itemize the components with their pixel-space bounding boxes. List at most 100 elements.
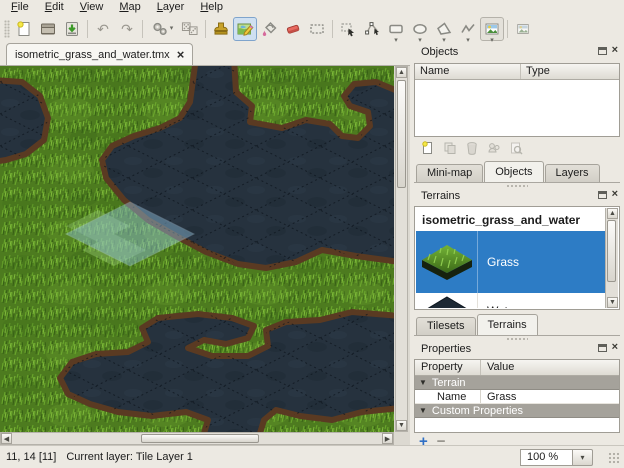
duplicate-icon [443, 141, 457, 155]
remove-objects-button[interactable] [463, 140, 480, 157]
select-objects-button[interactable] [336, 17, 360, 41]
scroll-right-arrow[interactable]: ▶ [382, 433, 393, 444]
save-button[interactable] [60, 17, 84, 41]
zoom-dropdown-button[interactable]: ▾ [572, 449, 593, 466]
object-properties-button[interactable] [507, 140, 524, 157]
tileset-heading[interactable]: isometric_grass_and_water [416, 208, 605, 231]
gears-icon [151, 20, 169, 38]
add-object-button[interactable] [419, 140, 436, 157]
horizontal-scroll-thumb[interactable] [141, 434, 259, 443]
grass-tile-icon [420, 243, 474, 281]
open-file-button[interactable] [36, 17, 60, 41]
close-dock-button[interactable]: × [612, 46, 618, 55]
terrains-scroll-thumb[interactable] [607, 220, 616, 282]
horizontal-scrollbar[interactable]: ◀ ▶ [0, 432, 394, 445]
menu-help[interactable]: Help [192, 0, 231, 15]
objects-table-body[interactable] [415, 80, 619, 135]
map-view: ▲ ▼ ◀ ▶ [0, 66, 410, 445]
menu-edit[interactable]: Edit [37, 0, 72, 15]
collapse-triangle-icon[interactable]: ▼ [419, 378, 427, 387]
commands-dropdown-caret[interactable]: ▾ [170, 25, 174, 32]
trash-icon [465, 141, 479, 155]
vertical-scrollbar[interactable]: ▲ ▼ [395, 66, 408, 432]
float-dock-button[interactable] [598, 191, 607, 199]
insert-polyline-button[interactable]: ▾ [456, 17, 480, 41]
scroll-up-arrow[interactable]: ▲ [396, 67, 407, 78]
objects-column-name[interactable]: Name [415, 64, 521, 79]
undo-button[interactable]: ↶ [91, 17, 115, 41]
rectangle-shape-icon [387, 20, 405, 38]
float-dock-button[interactable] [598, 47, 607, 55]
zoom-level-value[interactable]: 100 % [520, 449, 572, 466]
window-resize-grip[interactable] [607, 451, 620, 464]
menu-map[interactable]: Map [111, 0, 148, 15]
toolbar-separator [87, 20, 88, 38]
rectangular-select-button[interactable] [305, 17, 329, 41]
insert-polygon-button[interactable]: ▾ [432, 17, 456, 41]
terrain-brush-button[interactable] [233, 17, 257, 41]
move-objects-icon [487, 141, 501, 155]
tile-image-button[interactable] [511, 17, 535, 41]
property-group-terrain[interactable]: ▼ Terrain [415, 376, 619, 390]
tiled-window: File Edit View Map Layer Help ↶ [0, 0, 624, 468]
terrains-list: isometric_grass_and_water [414, 206, 620, 310]
scroll-left-arrow[interactable]: ◀ [1, 433, 12, 444]
property-group-custom[interactable]: ▼ Custom Properties [415, 404, 619, 418]
move-objects-button[interactable] [485, 140, 502, 157]
toolbar-drag-handle[interactable] [4, 20, 10, 38]
menu-view[interactable]: View [72, 0, 112, 15]
insert-ellipse-button[interactable]: ▾ [408, 17, 432, 41]
scroll-down-arrow[interactable]: ▼ [607, 297, 618, 308]
edit-polygons-button[interactable] [360, 17, 384, 41]
redo-button[interactable]: ↷ [115, 17, 139, 41]
random-mode-button[interactable]: ⚄ ⚂ [178, 17, 202, 41]
menu-layer[interactable]: Layer [149, 0, 193, 15]
scroll-up-arrow[interactable]: ▲ [607, 208, 618, 219]
properties-column-property[interactable]: Property [415, 360, 481, 375]
objects-table: Name Type [414, 63, 620, 137]
polyline-shape-icon [459, 20, 477, 38]
commands-button[interactable]: ▾ [146, 17, 178, 41]
tab-close-icon[interactable]: × [177, 50, 185, 60]
collapse-triangle-icon[interactable]: ▼ [419, 406, 427, 415]
bucket-fill-button[interactable] [257, 17, 281, 41]
properties-column-value[interactable]: Value [481, 360, 619, 375]
zoom-combo[interactable]: 100 % ▾ [520, 449, 593, 466]
edit-polygons-icon [363, 20, 381, 38]
vertical-scroll-thumb[interactable] [397, 80, 406, 188]
terrain-item-water[interactable]: Water [416, 293, 605, 308]
select-objects-icon [339, 20, 357, 38]
map-canvas[interactable] [0, 66, 394, 432]
menu-file[interactable]: File [3, 0, 37, 15]
new-map-button[interactable] [12, 17, 36, 41]
tab-layers[interactable]: Layers [545, 164, 600, 182]
insert-rectangle-button[interactable]: ▾ [384, 17, 408, 41]
float-dock-button[interactable] [598, 344, 607, 352]
insert-tile-button[interactable]: ▾ [480, 17, 504, 41]
remove-property-button[interactable]: − [437, 436, 446, 448]
close-dock-button[interactable]: × [612, 343, 618, 352]
close-dock-button[interactable]: × [612, 190, 618, 199]
terrains-scrollbar[interactable]: ▲ ▼ [605, 208, 618, 308]
terrain-brush-icon [236, 20, 254, 38]
tab-objects[interactable]: Objects [484, 161, 543, 182]
new-object-icon [421, 141, 435, 155]
main-toolbar: ↶ ↷ ▾ ⚄ ⚂ [0, 15, 624, 42]
document-tab[interactable]: isometric_grass_and_water.tmx × [6, 43, 193, 65]
menu-bar: File Edit View Map Layer Help [0, 0, 624, 15]
terrain-item-grass[interactable]: Grass [416, 231, 605, 293]
tab-tilesets[interactable]: Tilesets [416, 317, 476, 335]
dock-tab-bar-bottom: Tilesets Terrains [414, 315, 620, 336]
scroll-down-arrow[interactable]: ▼ [396, 420, 407, 431]
property-name-value[interactable]: Grass [481, 391, 619, 403]
tab-terrains[interactable]: Terrains [477, 314, 538, 335]
stamp-brush-button[interactable] [209, 17, 233, 41]
duplicate-objects-button[interactable] [441, 140, 458, 157]
tab-minimap[interactable]: Mini-map [416, 164, 483, 182]
property-row-empty[interactable] [415, 418, 619, 432]
property-row-name[interactable]: Name Grass [415, 390, 619, 404]
add-property-button[interactable]: + [419, 436, 428, 448]
objects-column-type[interactable]: Type [521, 64, 619, 79]
eraser-button[interactable] [281, 17, 305, 41]
toolbar-separator [332, 20, 333, 38]
